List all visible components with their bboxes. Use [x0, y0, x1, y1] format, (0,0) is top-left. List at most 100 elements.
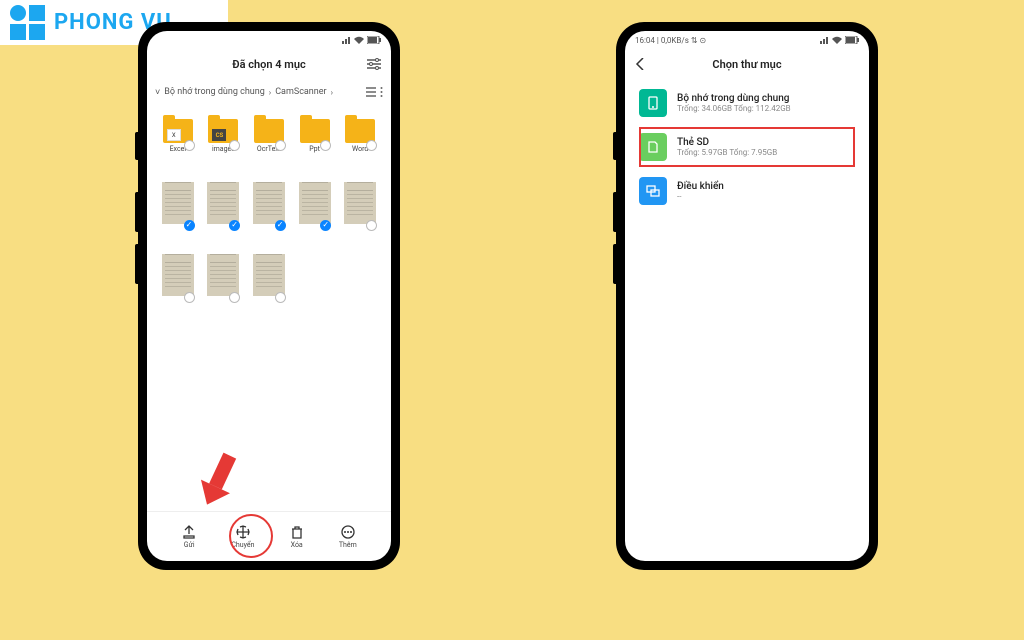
document-thumb [162, 182, 194, 224]
power-button[interactable] [135, 244, 138, 284]
document-thumb [344, 182, 376, 224]
wifi-icon [354, 36, 364, 44]
chevron-down-icon: ˅ [155, 87, 160, 98]
phone-1-frame: Đã chọn 4 mục ˅ Bộ nhớ trong dùng chung … [138, 22, 400, 570]
volume-down-button[interactable] [613, 192, 616, 232]
document-thumb [299, 182, 331, 224]
select-check[interactable] [184, 220, 195, 231]
document-item[interactable] [292, 169, 338, 237]
select-check[interactable] [366, 220, 377, 231]
phone-1-screen: Đã chọn 4 mục ˅ Bộ nhớ trong dùng chung … [147, 31, 391, 561]
folder-item[interactable]: X Excel [155, 107, 201, 165]
delete-icon [289, 524, 305, 540]
document-thumb [207, 254, 239, 296]
storage-name: Điều khiển [677, 181, 724, 192]
folder-item[interactable]: CS images [201, 107, 247, 165]
status-bar [147, 31, 391, 49]
select-check[interactable] [275, 220, 286, 231]
document-item[interactable] [337, 169, 383, 237]
document-item[interactable] [246, 241, 292, 309]
title-bar: Đã chọn 4 mục [147, 49, 391, 79]
logo-mark [10, 4, 48, 42]
status-left: 16:04 | 0,0KB/s ⇅ ⊙ [635, 36, 706, 45]
volume-up-button[interactable] [135, 132, 138, 160]
document-item[interactable] [201, 241, 247, 309]
phone-2-frame: 16:04 | 0,0KB/s ⇅ ⊙ Chọn thư mục Bộ nhớ … [616, 22, 878, 570]
select-check[interactable] [184, 140, 195, 151]
select-check[interactable] [229, 140, 240, 151]
select-check[interactable] [275, 140, 286, 151]
folder-item[interactable]: Ppt [292, 107, 338, 165]
document-item[interactable] [201, 169, 247, 237]
doc-grid-2 [147, 239, 391, 311]
doc-grid-1 [147, 167, 391, 239]
delete-button[interactable]: Xóa [289, 524, 305, 549]
status-icons [820, 36, 859, 44]
status-bar: 16:04 | 0,0KB/s ⇅ ⊙ [625, 31, 869, 49]
move-button[interactable]: Chuyển [231, 524, 254, 549]
move-icon [235, 524, 251, 540]
storage-option[interactable]: Điều khiển -- [635, 169, 859, 213]
select-check[interactable] [320, 140, 331, 151]
page-title: Đã chọn 4 mục [232, 58, 305, 71]
power-button[interactable] [613, 244, 616, 284]
storage-icon [639, 177, 667, 205]
folder-item[interactable]: Word [337, 107, 383, 165]
chevron-right-icon: › [331, 88, 333, 97]
volume-down-button[interactable] [135, 192, 138, 232]
storage-sub: -- [677, 192, 724, 201]
volume-up-button[interactable] [613, 132, 616, 160]
select-check[interactable] [229, 220, 240, 231]
document-item[interactable] [155, 241, 201, 309]
storage-list: Bộ nhớ trong dùng chung Trống: 34.06GB T… [625, 79, 869, 215]
storage-sub: Trống: 34.06GB Tổng: 112.42GB [677, 104, 791, 113]
battery-icon [845, 36, 859, 44]
folder-label: Ppt [309, 145, 320, 153]
select-check[interactable] [184, 292, 195, 303]
settings-toggle-icon[interactable] [367, 58, 381, 70]
select-check[interactable] [320, 220, 331, 231]
document-thumb [253, 254, 285, 296]
select-check[interactable] [275, 292, 286, 303]
storage-text: Thẻ SD Trống: 5.97GB Tổng: 7.95GB [677, 137, 777, 157]
document-thumb [162, 254, 194, 296]
status-icons [342, 36, 381, 44]
more-button[interactable]: Thêm [339, 524, 357, 549]
breadcrumb-root: Bộ nhớ trong dùng chung [164, 87, 265, 97]
select-check[interactable] [229, 292, 240, 303]
back-icon[interactable] [635, 58, 645, 70]
chevron-right-icon: › [269, 88, 271, 97]
folder-item[interactable]: OcrText [246, 107, 292, 165]
content-spacer [147, 311, 391, 511]
bottom-action-bar: Gửi Chuyển Xóa Thêm [147, 511, 391, 561]
storage-option[interactable]: Thẻ SD Trống: 5.97GB Tổng: 7.95GB [635, 125, 859, 169]
button-label: Gửi [184, 541, 195, 549]
storage-option[interactable]: Bộ nhớ trong dùng chung Trống: 34.06GB T… [635, 81, 859, 125]
button-label: Chuyển [231, 541, 254, 549]
send-button[interactable]: Gửi [181, 524, 197, 549]
button-label: Thêm [339, 541, 357, 549]
storage-name: Bộ nhớ trong dùng chung [677, 93, 791, 104]
breadcrumb-folder: CamScanner [275, 87, 326, 97]
signal-icon [820, 36, 829, 44]
title-bar: Chọn thư mục [625, 49, 869, 79]
page-title: Chọn thư mục [712, 58, 781, 71]
breadcrumb[interactable]: ˅ Bộ nhớ trong dùng chung › CamScanner › [147, 79, 391, 105]
more-icon[interactable] [380, 86, 383, 98]
select-check[interactable] [366, 140, 377, 151]
document-item[interactable] [246, 169, 292, 237]
list-view-icon[interactable] [366, 87, 376, 97]
storage-sub: Trống: 5.97GB Tổng: 7.95GB [677, 148, 777, 157]
storage-text: Bộ nhớ trong dùng chung Trống: 34.06GB T… [677, 93, 791, 113]
button-label: Xóa [291, 541, 303, 549]
storage-icon [639, 89, 667, 117]
document-thumb [207, 182, 239, 224]
folder-grid: X Excel CS images OcrText Ppt Word [147, 105, 391, 167]
send-icon [181, 524, 197, 540]
battery-icon [367, 36, 381, 44]
document-item[interactable] [155, 169, 201, 237]
storage-icon [639, 133, 667, 161]
wifi-icon [832, 36, 842, 44]
signal-icon [342, 36, 351, 44]
more-icon [340, 524, 356, 540]
